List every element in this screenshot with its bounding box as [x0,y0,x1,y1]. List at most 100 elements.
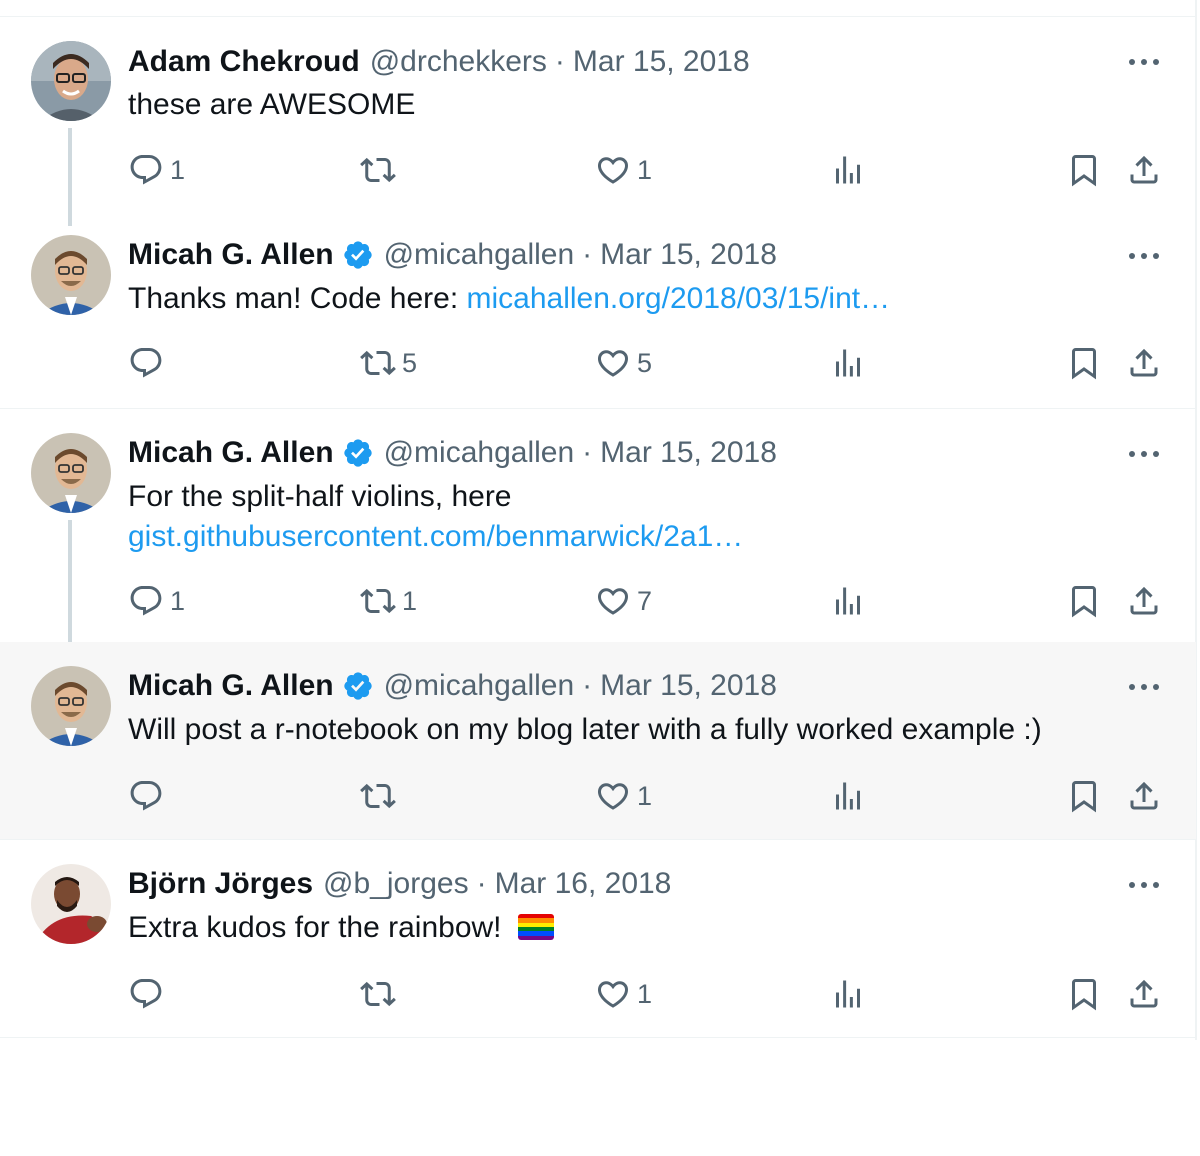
like-icon [597,783,629,810]
user-handle[interactable]: @micahgallen [384,669,575,703]
reply-button[interactable]: 1 [128,150,185,190]
reply-button[interactable] [128,776,170,816]
tweet-date[interactable]: Mar 16, 2018 [495,867,672,901]
retweet-button[interactable]: 1 [360,581,417,621]
tweet-text: Thanks man! Code here: micahallen.org/20… [128,279,890,319]
retweet-icon [360,588,396,614]
reply-icon [130,155,162,185]
more-icon[interactable] [1126,675,1162,699]
views-button[interactable] [830,581,866,621]
bookmark-button[interactable] [1066,974,1102,1014]
retweet-count: 1 [402,585,418,616]
share-icon [1130,979,1158,1008]
bookmark-button[interactable] [1066,343,1102,383]
separator-dot: · [582,436,593,469]
display-name[interactable]: Björn Jörges [128,867,313,901]
tweet-date[interactable]: Mar 15, 2018 [600,436,777,470]
avatar[interactable] [31,41,111,121]
tweet-divider [0,1037,1196,1038]
tweet-date[interactable]: Mar 15, 2018 [600,669,777,703]
like-count: 7 [637,585,653,616]
like-button[interactable]: 5 [595,343,652,383]
tweet-header: Micah G. Allen @micahgallen · Mar 15, 20… [128,237,777,273]
retweet-button[interactable] [360,150,402,190]
retweet-button[interactable] [360,974,402,1014]
user-handle[interactable]: @micahgallen [384,238,575,272]
reply-button[interactable]: 1 [128,581,185,621]
tweet-header: Micah G. Allen @micahgallen · Mar 15, 20… [128,668,777,704]
views-icon [836,587,860,615]
like-icon [597,157,629,184]
separator-dot: · [582,238,593,271]
tweet-link[interactable]: gist.githubusercontent.com/benmarwick/2a… [128,517,743,557]
tweet-date[interactable]: Mar 15, 2018 [573,45,750,79]
like-count: 5 [637,347,653,378]
like-button[interactable]: 1 [595,776,652,816]
reply-icon [130,586,162,616]
bookmark-icon [1072,155,1096,187]
share-button[interactable] [1126,343,1162,383]
share-button[interactable] [1126,581,1162,621]
avatar[interactable] [31,864,111,944]
views-button[interactable] [830,974,866,1014]
user-handle[interactable]: @b_jorges [323,867,469,901]
display-name[interactable]: Micah G. Allen [128,669,334,703]
bookmark-icon [1072,979,1096,1011]
like-button[interactable]: 7 [595,581,652,621]
share-icon [1130,586,1158,615]
retweet-button[interactable]: 5 [360,343,417,383]
share-icon [1130,348,1158,377]
more-icon[interactable] [1126,50,1162,74]
tweet-text: Extra kudos for the rainbow! [128,908,554,948]
tweet-text: these are AWESOME [128,85,415,125]
bookmark-button[interactable] [1066,581,1102,621]
avatar[interactable] [31,666,111,746]
user-handle[interactable]: @micahgallen [384,436,575,470]
retweet-icon [360,981,396,1007]
more-icon[interactable] [1126,873,1162,897]
share-button[interactable] [1126,150,1162,190]
tweet[interactable]: Micah G. Allen @micahgallen · Mar 15, 20… [0,409,1196,642]
tweet-body: Thanks man! Code here: [128,282,467,315]
bookmark-button[interactable] [1066,776,1102,816]
like-button[interactable]: 1 [595,974,652,1014]
views-button[interactable] [830,776,866,816]
separator-dot: · [476,867,487,900]
tweet-date[interactable]: Mar 15, 2018 [600,238,777,272]
retweet-button[interactable] [360,776,402,816]
action-bar: 1 1 7 [0,581,1196,621]
like-count: 1 [637,154,653,185]
retweet-icon [360,157,396,183]
tweet[interactable]: Micah G. Allen @micahgallen · Mar 15, 20… [0,227,1196,408]
tweet-link[interactable]: micahallen.org/2018/03/15/int… [467,282,891,315]
display-name[interactable]: Adam Chekroud [128,45,360,79]
views-button[interactable] [830,343,866,383]
share-icon [1130,155,1158,184]
avatar[interactable] [31,433,111,513]
rainbow-flag-emoji [517,914,554,940]
reply-button[interactable] [128,343,170,383]
tweet-body: these are AWESOME [128,88,416,121]
reply-button[interactable] [128,974,170,1014]
retweet-count: 5 [402,347,418,378]
action-bar: 1 [0,974,1196,1014]
user-handle[interactable]: @drchekkers [370,45,547,79]
tweet[interactable]: Björn Jörges @b_jorges · Mar 16, 2018 Ex… [0,840,1196,1037]
tweet-focused[interactable]: Micah G. Allen @micahgallen · Mar 15, 20… [0,642,1196,839]
tweet[interactable]: Adam Chekroud @drchekkers · Mar 15, 2018… [0,17,1196,227]
like-button[interactable]: 1 [595,150,652,190]
views-icon [836,349,860,377]
views-button[interactable] [830,150,866,190]
avatar[interactable] [31,235,111,315]
more-icon[interactable] [1126,442,1162,466]
retweet-icon [360,783,396,809]
tweet-header: Björn Jörges @b_jorges · Mar 16, 2018 [128,866,671,902]
share-button[interactable] [1126,776,1162,816]
display-name[interactable]: Micah G. Allen [128,436,334,470]
display-name[interactable]: Micah G. Allen [128,238,334,272]
bookmark-icon [1072,348,1096,380]
share-button[interactable] [1126,974,1162,1014]
bookmark-button[interactable] [1066,150,1102,190]
more-icon[interactable] [1126,244,1162,268]
like-count: 1 [637,978,653,1009]
